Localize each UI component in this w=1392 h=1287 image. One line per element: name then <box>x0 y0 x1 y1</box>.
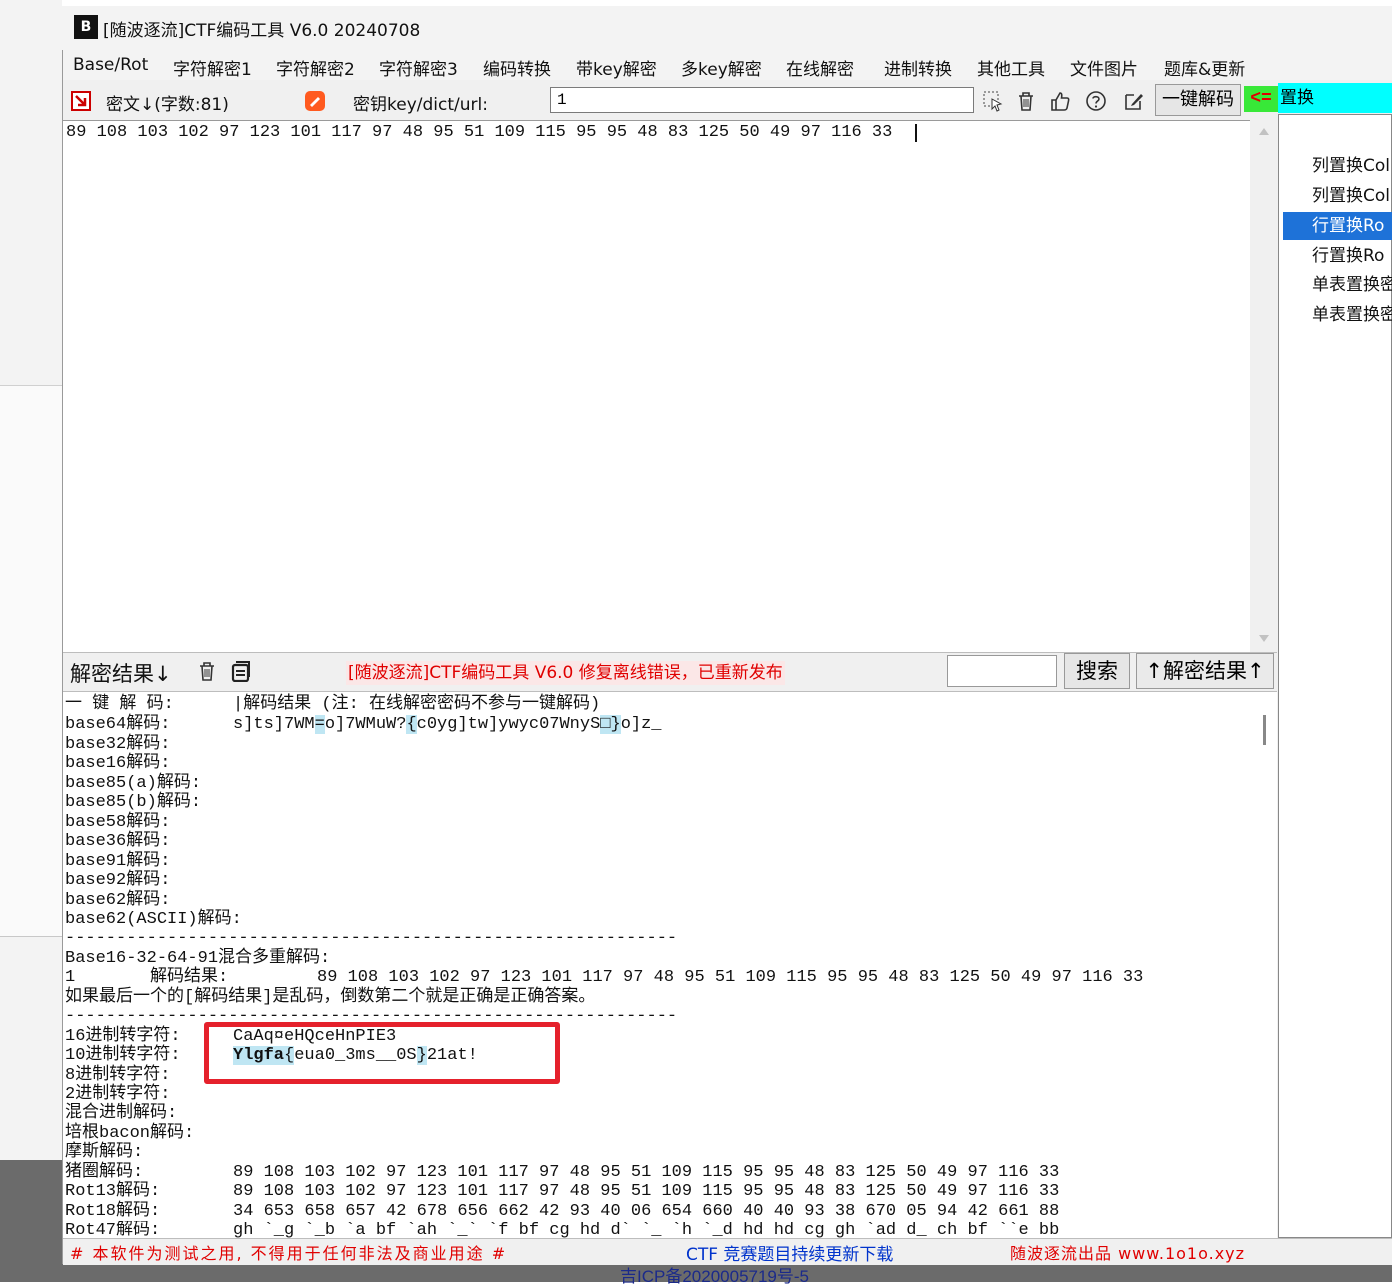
scroll-down-icon[interactable] <box>1258 634 1270 644</box>
method-list-item-selected[interactable]: 行置换Ro <box>1283 212 1392 240</box>
result-label: 解密结果↓ <box>70 662 172 686</box>
base58-label: base58解码: <box>65 813 171 832</box>
rot18-value: 34 653 658 657 42 678 656 662 42 93 40 0… <box>233 1202 1060 1221</box>
rot13-value: 89 108 103 102 97 123 101 117 97 48 95 5… <box>233 1182 1060 1201</box>
base62-ascii-label: base62(ASCII)解码: <box>65 910 242 929</box>
base64-value: s]ts]7WM=o]7WMuW?{c0yg]tw]ywyc07WnyS□}o]… <box>233 715 662 734</box>
window-title: [随波逐流]CTF编码工具 V6.0 20240708 <box>103 21 421 41</box>
method-list-item[interactable]: 单表置换密 <box>1283 271 1392 299</box>
ctf-download-link[interactable]: CTF 竞赛题目持续更新下载 <box>686 1240 893 1265</box>
menu-char-decrypt-2[interactable]: 字符解密2 <box>276 55 355 80</box>
base16-label: base16解码: <box>65 754 171 773</box>
scroll-up-icon[interactable] <box>1258 126 1270 136</box>
key-label: 密钥key/dict/url: <box>353 95 488 115</box>
cipher-label: 密文↓(字数:81) <box>106 95 229 115</box>
disclaimer-text: # 本软件为测试之用, 不得用于任何非法及商业用途 # <box>70 1244 508 1263</box>
import-icon[interactable] <box>70 90 92 112</box>
search-input[interactable] <box>947 655 1057 687</box>
trash-icon[interactable] <box>196 660 218 682</box>
result-header-left: 一 键 解 码: <box>65 695 174 714</box>
pigpen-label: 猪圈解码: <box>65 1163 144 1182</box>
one-key-decode-button[interactable]: 一键解码 <box>1155 84 1241 116</box>
dec-to-char-label: 10进制转字符: <box>65 1046 181 1065</box>
base62-label: base62解码: <box>65 891 171 910</box>
pigpen-value: 89 108 103 102 97 123 101 117 97 48 95 5… <box>233 1163 1060 1182</box>
clear-icon[interactable] <box>304 90 326 112</box>
menu-multikey-decrypt[interactable]: 多key解密 <box>681 55 762 80</box>
copy-icon[interactable] <box>230 660 252 682</box>
menu-base-rot[interactable]: Base/Rot <box>73 55 148 75</box>
icp-footer-text: 吉ICP备2020005719号-5 <box>620 1267 810 1286</box>
cipher-input-area[interactable] <box>63 120 1250 653</box>
result-scrollbar[interactable] <box>1252 692 1276 1238</box>
help-icon[interactable] <box>1085 90 1107 112</box>
author-website-link[interactable]: 随波逐流出品 www.1o1o.xyz <box>1010 1240 1245 1264</box>
method-list-item[interactable]: 列置换Col <box>1283 152 1392 180</box>
menu-other-tools[interactable]: 其他工具 <box>977 55 1045 80</box>
cipher-input-text: 89 108 103 102 97 123 101 117 97 48 95 5… <box>66 123 893 142</box>
base91-label: base91解码: <box>65 852 171 871</box>
menu-base-convert[interactable]: 进制转换 <box>884 55 952 80</box>
menu-online-decrypt[interactable]: 在线解密 <box>786 55 854 80</box>
menu-bank-update[interactable]: 题库&更新 <box>1164 55 1245 80</box>
method-list-item[interactable]: 单表置换密 <box>1283 301 1392 329</box>
menu-char-decrypt-1[interactable]: 字符解密1 <box>173 55 252 80</box>
morse-label: 摩斯解码: <box>65 1143 144 1162</box>
update-notice: [随波逐流]CTF编码工具 V6.0 修复离线错误，已重新发布 <box>346 661 785 685</box>
mixed-decode-value: 89 108 103 102 97 123 101 117 97 48 95 5… <box>317 968 1144 987</box>
mixed-decode-label: 解码结果: <box>150 968 229 987</box>
method-select[interactable]: 置换 <box>1278 83 1392 113</box>
mixed-base-label: 混合进制解码: <box>65 1104 178 1123</box>
base85a-label: base85(a)解码: <box>65 774 202 793</box>
mixed-decode-note: 如果最后一个的[解码结果]是乱码，倒数第二个就是正确是正确答案。 <box>65 988 596 1007</box>
rot47-label: Rot47解码: <box>65 1221 161 1238</box>
text-caret <box>915 124 917 142</box>
menu-file-image[interactable]: 文件图片 <box>1070 55 1138 80</box>
menu-key-decrypt[interactable]: 带key解密 <box>576 55 657 80</box>
rot18-label: Rot18解码: <box>65 1202 161 1221</box>
base36-label: base36解码: <box>65 832 171 851</box>
app-logo-icon: B <box>74 15 98 39</box>
rot47-value: gh `_g `_b `a bf `ah `_` `f bf cg hd d` … <box>233 1221 1060 1238</box>
bacon-label: 培根bacon解码: <box>65 1124 195 1143</box>
rot47-row-clip: Rot47解码: gh `_g `_b `a bf `ah `_` `f bf … <box>63 1221 1251 1238</box>
result-scroll-thumb[interactable] <box>1263 715 1266 745</box>
menu-encoding-convert[interactable]: 编码转换 <box>483 55 551 80</box>
trash-icon[interactable] <box>1015 90 1037 112</box>
base92-label: base92解码: <box>65 871 171 890</box>
menu-char-decrypt-3[interactable]: 字符解密3 <box>379 55 458 80</box>
rot13-label: Rot13解码: <box>65 1182 161 1201</box>
base85b-label: base85(b)解码: <box>65 793 202 812</box>
method-list-item[interactable]: 列置换Col <box>1283 182 1392 210</box>
method-list-item[interactable]: 行置换Ro <box>1283 242 1392 270</box>
bin-to-char-label: 2进制转字符: <box>65 1085 171 1104</box>
arrow-indicator: <= <box>1244 86 1278 112</box>
highlight-annotation-box <box>204 1022 560 1084</box>
separator-line: ----------------------------------------… <box>65 929 678 948</box>
base32-label: base32解码: <box>65 735 171 754</box>
edit-icon[interactable] <box>1123 90 1145 112</box>
thumbs-up-icon[interactable] <box>1049 90 1071 112</box>
select-cursor-icon[interactable] <box>982 90 1004 112</box>
result-header-right: |解码结果 (注: 在线解密密码不参与一键解码) <box>233 695 601 714</box>
mixed-decode-index: 1 <box>65 968 76 987</box>
mixed-decode-title: Base16-32-64-91混合多重解码: <box>65 949 331 968</box>
hex-to-char-label: 16进制转字符: <box>65 1027 181 1046</box>
key-input[interactable] <box>550 87 974 113</box>
result-to-input-button[interactable]: ↑解密结果↑ <box>1136 653 1274 689</box>
oct-to-char-label: 8进制转字符: <box>65 1066 171 1085</box>
input-scrollbar[interactable] <box>1252 120 1276 652</box>
search-button[interactable]: 搜索 <box>1064 653 1130 689</box>
background-window <box>0 385 62 937</box>
base64-label: base64解码: <box>65 715 171 734</box>
